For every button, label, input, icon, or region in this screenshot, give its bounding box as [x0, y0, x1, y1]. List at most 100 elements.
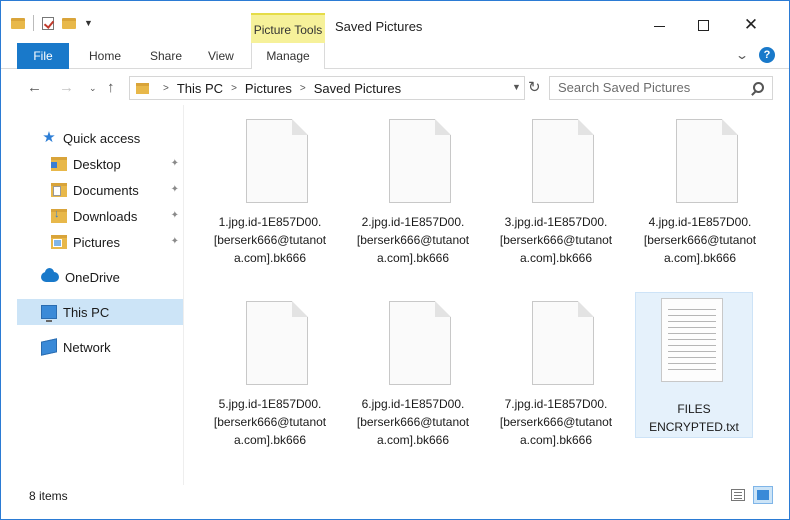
pin-icon[interactable]: ✦ — [171, 158, 179, 169]
nav-label: Pictures — [73, 234, 120, 250]
nav-pictures[interactable]: Pictures ✦ — [17, 229, 183, 255]
breadcrumb-separator-icon: > — [163, 82, 169, 94]
file-name: 7.jpg.id-1E857D00.[berserk666@tutanota.c… — [499, 397, 613, 447]
new-folder-icon[interactable] — [62, 17, 76, 29]
nav-quick-access[interactable]: ★ Quick access — [17, 125, 183, 151]
customize-toolbar-icon[interactable]: ▼ — [84, 18, 93, 28]
pictures-folder-icon — [51, 235, 67, 249]
nav-label: Desktop — [73, 156, 121, 172]
pane-divider — [183, 105, 184, 485]
help-icon[interactable]: ? — [759, 47, 775, 63]
nav-label: This PC — [63, 304, 110, 320]
title-bar: ▼ Picture Tools Saved Pictures ✕ — [1, 1, 789, 43]
navigation-pane: ★ Quick access Desktop ✦ Documents ✦ Dow… — [17, 113, 185, 483]
file-name: FILES ENCRYPTED.txt — [649, 402, 739, 434]
refresh-icon[interactable]: ↻ — [528, 78, 541, 96]
toolbar-divider — [33, 15, 34, 31]
recent-locations-icon[interactable]: ⌄ — [89, 83, 97, 94]
generic-file-icon — [246, 119, 308, 203]
file-item[interactable]: 3.jpg.id-1E857D00.[berserk666@tutanota.c… — [497, 113, 617, 288]
network-icon — [41, 338, 57, 356]
file-grid: 1.jpg.id-1E857D00.[berserk666@tutanota.c… — [191, 113, 781, 473]
text-line — [668, 357, 716, 358]
breadcrumb-pictures[interactable]: Pictures — [245, 81, 292, 96]
nav-documents[interactable]: Documents ✦ — [17, 177, 183, 203]
text-line — [668, 369, 716, 370]
nav-desktop[interactable]: Desktop ✦ — [17, 151, 183, 177]
maximize-button[interactable] — [681, 11, 725, 39]
text-line — [668, 339, 716, 340]
nav-label: Network — [63, 339, 111, 355]
breadcrumb-this-pc[interactable]: This PC — [177, 81, 223, 96]
folder-icon — [11, 17, 25, 29]
maximize-icon — [697, 19, 709, 31]
text-line — [668, 333, 716, 334]
onedrive-cloud-icon — [41, 268, 59, 282]
generic-file-icon — [532, 119, 594, 203]
tab-share[interactable]: Share — [150, 43, 182, 69]
generic-file-icon — [532, 301, 594, 385]
nav-this-pc[interactable]: This PC — [17, 299, 183, 325]
breadcrumb-separator-icon: > — [299, 82, 306, 94]
file-name: 2.jpg.id-1E857D00.[berserk666@tutanota.c… — [356, 215, 470, 265]
pin-icon[interactable]: ✦ — [171, 184, 179, 195]
file-item[interactable]: 6.jpg.id-1E857D00.[berserk666@tutanota.c… — [354, 295, 474, 470]
expand-ribbon-icon[interactable]: ⌄ — [735, 48, 749, 62]
tab-manage[interactable]: Manage — [251, 43, 325, 69]
file-item-selected[interactable]: FILES ENCRYPTED.txt — [635, 292, 753, 467]
text-line — [668, 363, 716, 364]
close-icon: ✕ — [743, 15, 759, 34]
details-view-icon[interactable] — [731, 489, 745, 501]
breadcrumb-separator-icon: > — [231, 82, 237, 94]
folder-icon — [136, 82, 149, 94]
downloads-folder-icon — [51, 208, 67, 223]
computer-icon — [41, 305, 57, 322]
pin-icon[interactable]: ✦ — [171, 210, 179, 221]
nav-downloads[interactable]: Downloads ✦ — [17, 203, 183, 229]
file-name: 3.jpg.id-1E857D00.[berserk666@tutanota.c… — [499, 215, 613, 265]
minimize-button[interactable] — [637, 11, 681, 39]
generic-file-icon — [676, 119, 738, 203]
text-file-icon — [661, 298, 723, 382]
back-arrow-icon[interactable]: ← — [27, 79, 42, 96]
documents-folder-icon — [51, 183, 67, 197]
search-icon[interactable] — [753, 82, 764, 93]
file-item[interactable]: 2.jpg.id-1E857D00.[berserk666@tutanota.c… — [354, 113, 474, 288]
search-input[interactable]: Search Saved Pictures — [549, 76, 773, 100]
star-icon: ★ — [42, 129, 56, 146]
text-line — [668, 351, 716, 352]
pin-icon[interactable]: ✦ — [171, 236, 179, 247]
nav-label: Quick access — [63, 130, 141, 146]
breadcrumb-saved-pictures[interactable]: Saved Pictures — [314, 81, 401, 96]
text-line — [668, 327, 716, 328]
forward-arrow-icon[interactable]: → — [59, 79, 74, 96]
file-item[interactable]: 1.jpg.id-1E857D00.[berserk666@tutanota.c… — [211, 113, 331, 288]
generic-file-icon — [389, 119, 451, 203]
nav-network[interactable]: Network — [17, 334, 183, 360]
file-name: 6.jpg.id-1E857D00.[berserk666@tutanota.c… — [356, 397, 470, 447]
tab-view[interactable]: View — [208, 43, 234, 69]
text-line — [668, 321, 716, 322]
generic-file-icon — [389, 301, 451, 385]
file-name: 4.jpg.id-1E857D00.[berserk666@tutanota.c… — [643, 215, 757, 265]
address-bar[interactable]: > This PC > Pictures > Saved Pictures ▼ — [129, 76, 525, 100]
address-dropdown-icon[interactable]: ▼ — [512, 82, 521, 92]
nav-label: Downloads — [73, 208, 138, 224]
tab-home[interactable]: Home — [89, 43, 121, 69]
file-explorer-window: ▼ Picture Tools Saved Pictures ✕ File Ho… — [0, 0, 790, 520]
nav-onedrive[interactable]: OneDrive — [17, 264, 183, 290]
file-item[interactable]: 7.jpg.id-1E857D00.[berserk666@tutanota.c… — [497, 295, 617, 470]
close-button[interactable]: ✕ — [729, 11, 773, 39]
minimize-icon — [653, 25, 665, 27]
tab-file[interactable]: File — [17, 43, 69, 69]
quick-access-toolbar: ▼ — [11, 15, 93, 31]
picture-tools-label: Picture Tools — [251, 13, 325, 43]
file-item[interactable]: 5.jpg.id-1E857D00.[berserk666@tutanota.c… — [211, 295, 331, 470]
ribbon-tabs: File Home Share View Manage ⌄ ? — [1, 43, 789, 69]
status-item-count: 8 items — [29, 489, 68, 503]
properties-icon[interactable] — [42, 16, 54, 30]
search-placeholder: Search Saved Pictures — [558, 80, 691, 95]
file-item[interactable]: 4.jpg.id-1E857D00.[berserk666@tutanota.c… — [641, 113, 761, 288]
up-arrow-icon[interactable]: ↑ — [107, 79, 115, 96]
large-icons-view-icon[interactable] — [753, 486, 773, 504]
